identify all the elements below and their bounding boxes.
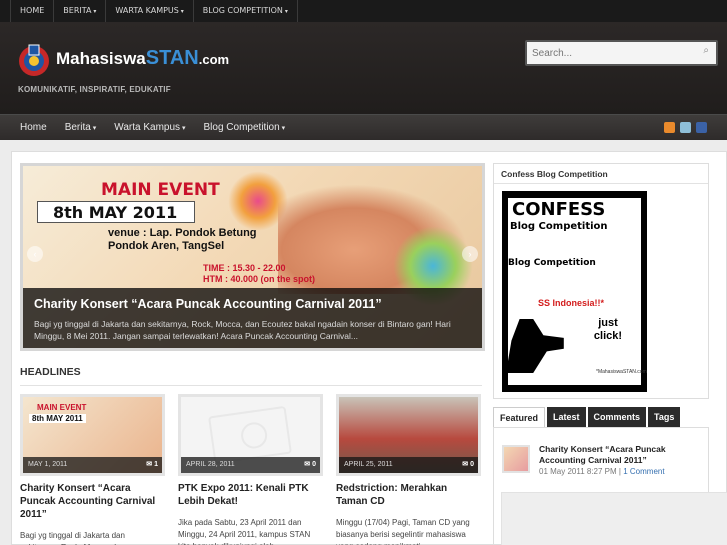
tab-comments[interactable]: Comments (587, 407, 647, 427)
tab-featured[interactable]: Featured (493, 407, 546, 427)
headline-title[interactable]: PTK Expo 2011: Kenali PTK Lebih Dekat! (178, 482, 323, 508)
slider-title[interactable]: Charity Konsert “Acara Puncak Accounting… (34, 297, 382, 311)
featured-title[interactable]: Charity Konsert “Acara Puncak Accounting… (539, 444, 699, 466)
headline-excerpt: Jika pada Sabtu, 23 April 2011 dan Mingg… (178, 518, 311, 545)
comment-count[interactable]: ✉ 0 (462, 457, 474, 473)
post-date: APRIL 25, 2011 (339, 457, 478, 473)
banner-subtitle: Blog Competition (510, 221, 608, 232)
slider-prev-button[interactable]: ‹ (27, 246, 43, 262)
headline-card[interactable]: APRIL 25, 2011 ✉ 0 Redstriction: Merahka… (336, 394, 481, 545)
banner-cta: just click! (593, 317, 623, 342)
headline-card[interactable]: MAIN EVENT 8th MAY 2011 MAY 1, 2011 ✉ 1 … (20, 394, 165, 545)
divider (20, 385, 482, 386)
thumb-date: 8th MAY 2011 (29, 414, 86, 423)
rss-icon[interactable] (664, 122, 675, 133)
mainnav-item-home[interactable]: Home (11, 115, 56, 141)
banner-credit: *MahasiswaSTAN.com (596, 369, 647, 375)
top-nav: HOME BERITA WARTA KAMPUS BLOG COMPETITIO… (0, 0, 727, 22)
headline-excerpt: Bagi yg tinggal di Jakarta dan sekitarny… (20, 531, 125, 545)
site-logo-text[interactable]: MahasiswaSTAN.com (56, 47, 229, 70)
featured-image-placeholder (501, 492, 727, 545)
poster-time: TIME : 15.30 - 22.00 HTM : 40.000 (on th… (203, 263, 316, 284)
featured-slider[interactable]: MAIN EVENT 8th MAY 2011 venue : Lap. Pon… (20, 163, 485, 351)
main-nav: Home Berita Warta Kampus Blog Competitio… (0, 114, 727, 140)
featured-comments-link[interactable]: 1 Comment (623, 467, 664, 476)
tab-tags[interactable]: Tags (648, 407, 681, 427)
comment-count[interactable]: ✉ 0 (304, 457, 316, 473)
mainnav-item-berita[interactable]: Berita (56, 115, 106, 141)
search-input[interactable] (527, 42, 687, 64)
thumb-main-event: MAIN EVENT (37, 403, 87, 412)
headline-thumbnail[interactable]: APRIL 25, 2011 ✉ 0 (336, 394, 481, 476)
mainnav-item-blog-competition[interactable]: Blog Competition (195, 115, 295, 141)
featured-list: Charity Konsert “Acara Puncak Accounting… (493, 427, 727, 545)
headline-excerpt: Minggu (17/04) Pagi, Taman CD yang biasa… (336, 518, 470, 545)
slider-next-button[interactable]: › (462, 246, 478, 262)
twitter-icon[interactable] (680, 122, 691, 133)
placeholder-camera-icon (208, 405, 292, 465)
search-icon[interactable]: ⌕ (703, 45, 709, 56)
confess-widget: Confess Blog Competition CONFESS Blog Co… (493, 163, 709, 399)
topnav-item-blog-competition[interactable]: BLOG COMPETITION (194, 0, 298, 22)
poster-main-event: MAIN EVENT (101, 180, 220, 200)
widget-title: Confess Blog Competition (494, 164, 708, 184)
headline-thumbnail[interactable]: APRIL 28, 2011 ✉ 0 (178, 394, 323, 476)
banner-subtitle-2: Blog Competition (508, 258, 596, 268)
banner-title: CONFESS (512, 199, 606, 220)
search-box: ⌕ (525, 40, 718, 66)
headline-title[interactable]: Redstriction: Merahkan Taman CD (336, 482, 481, 508)
social-links (664, 122, 707, 133)
tab-latest[interactable]: Latest (547, 407, 586, 427)
headline-title[interactable]: Charity Konsert “Acara Puncak Accounting… (20, 482, 165, 521)
topnav-item-home[interactable]: HOME (10, 0, 55, 22)
slider-caption: Charity Konsert “Acara Puncak Accounting… (23, 288, 482, 348)
site-logo-icon[interactable] (17, 42, 51, 78)
site-tagline: KOMUNIKATIF, INSPIRATIF, EDUKATIF (18, 85, 171, 94)
headline-thumbnail[interactable]: MAIN EVENT 8th MAY 2011 MAY 1, 2011 ✉ 1 (20, 394, 165, 476)
post-date: APRIL 28, 2011 (181, 457, 320, 473)
headlines-heading: HEADLINES (20, 366, 81, 378)
featured-thumbnail[interactable] (502, 445, 530, 473)
poster-date: 8th MAY 2011 (53, 203, 178, 222)
facebook-icon[interactable] (696, 122, 707, 133)
banner-tag: SS Indonesia!!* (538, 298, 605, 308)
mainnav-item-warta-kampus[interactable]: Warta Kampus (105, 115, 194, 141)
confess-banner[interactable]: CONFESS Blog Competition Blog Competitio… (502, 191, 647, 392)
site-header: MahasiswaSTAN.com KOMUNIKATIF, INSPIRATI… (0, 22, 727, 114)
post-date: MAY 1, 2011 (23, 457, 162, 473)
comment-count[interactable]: ✉ 1 (146, 457, 158, 473)
topnav-item-warta-kampus[interactable]: WARTA KAMPUS (106, 0, 194, 22)
sidebar-tabs: Featured Latest Comments Tags (493, 407, 681, 427)
headline-card[interactable]: APRIL 28, 2011 ✉ 0 PTK Expo 2011: Kenali… (178, 394, 323, 545)
topnav-item-berita[interactable]: BERITA (54, 0, 107, 22)
featured-meta: 01 May 2011 8:27 PM | 1 Comment (539, 467, 665, 476)
poster-venue: venue : Lap. Pondok Betung Pondok Aren, … (108, 227, 257, 252)
slider-excerpt: Bagi yg tinggal di Jakarta dan sekitarny… (34, 319, 451, 341)
